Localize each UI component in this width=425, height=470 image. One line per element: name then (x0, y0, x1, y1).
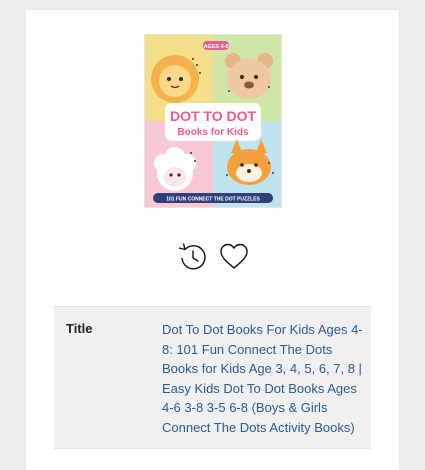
favorite-button[interactable] (217, 239, 251, 273)
cover-title-line1: DOT TO DOT (170, 108, 257, 124)
cover-banner: 101 FUN CONNECT THE DOT PUZZLES (166, 197, 260, 203)
cover-age-badge: AGES 4-8 (203, 44, 228, 50)
book-details-table: Title Dot To Dot Books For Kids Ages 4-8… (54, 306, 371, 449)
history-button[interactable] (175, 239, 209, 273)
book-card: AGES 4-8 DOT TO DOT Books for Kids 101 F… (26, 10, 399, 470)
action-bar (26, 239, 399, 273)
lion-illustration (151, 55, 199, 103)
title-link[interactable]: Dot To Dot Books For Kids Ages 4-8: 101 … (162, 320, 366, 438)
book-cover-image[interactable]: AGES 4-8 DOT TO DOT Books for Kids 101 F… (144, 34, 282, 208)
heart-outline-icon (220, 243, 248, 269)
history-clock-icon (178, 243, 206, 270)
cover-title-line2: Books for Kids (177, 127, 249, 138)
title-label: Title (66, 321, 93, 336)
